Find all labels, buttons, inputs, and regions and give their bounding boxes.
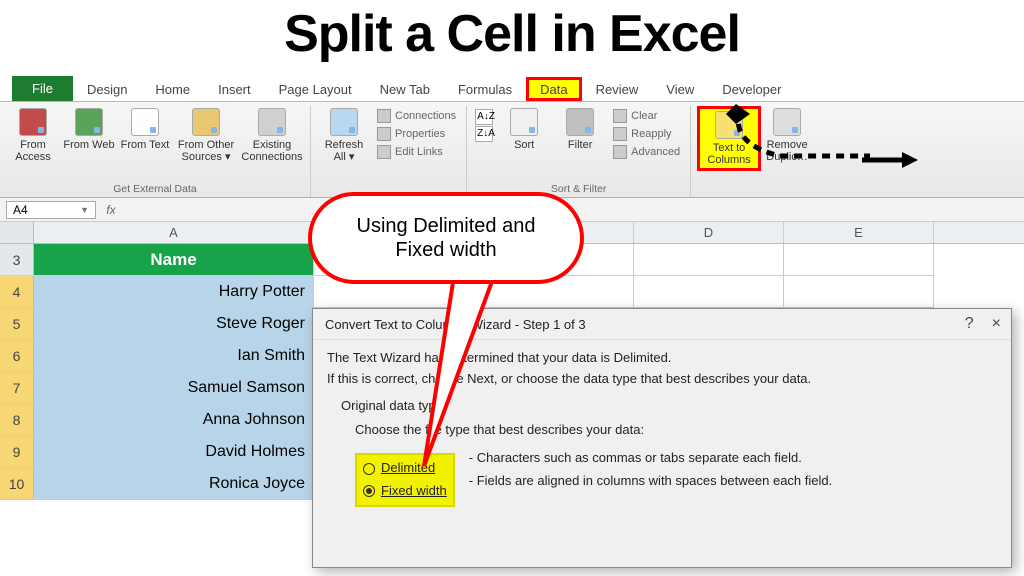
connections-button[interactable]: Connections <box>373 108 460 124</box>
group-connections: Refresh All ▾ Connections Properties Edi… <box>311 106 467 197</box>
tab-view[interactable]: View <box>652 77 708 101</box>
dialog-help-button[interactable]: ? <box>965 315 974 333</box>
tab-design[interactable]: Design <box>73 77 141 101</box>
edit-links-icon <box>377 145 391 159</box>
tab-home[interactable]: Home <box>141 77 204 101</box>
group-label: Get External Data <box>113 182 196 197</box>
link-icon <box>377 109 391 123</box>
text-file-icon <box>131 108 159 136</box>
refresh-icon <box>330 108 358 136</box>
properties-button[interactable]: Properties <box>373 126 460 142</box>
from-text-button[interactable]: From Text <box>118 106 172 153</box>
edit-links-button[interactable]: Edit Links <box>373 144 460 160</box>
tab-page-layout[interactable]: Page Layout <box>265 77 366 101</box>
properties-icon <box>377 127 391 141</box>
tab-review[interactable]: Review <box>582 77 653 101</box>
cell-name[interactable]: Harry Potter <box>34 276 314 308</box>
tab-developer[interactable]: Developer <box>708 77 795 101</box>
ribbon-tabs: File Design Home Insert Page Layout New … <box>0 74 1024 102</box>
cell[interactable] <box>634 276 784 308</box>
funnel-icon <box>566 108 594 136</box>
group-sort-filter: A↓Z Z↓A Sort Filter Clear Reapply Advanc… <box>467 106 691 197</box>
clear-filter-button[interactable]: Clear <box>609 108 684 124</box>
access-icon <box>19 108 47 136</box>
radio-icon-selected <box>363 485 375 497</box>
from-web-button[interactable]: From Web <box>62 106 116 153</box>
existing-connections-button[interactable]: Existing Connections <box>240 106 304 165</box>
cell-name[interactable]: Ian Smith <box>34 340 314 372</box>
chevron-down-icon[interactable]: ▼ <box>80 205 89 215</box>
callout-text: Using Delimited and Fixed width <box>332 214 560 262</box>
name-box-value: A4 <box>13 203 28 217</box>
cell-name[interactable]: Ronica Joyce <box>34 468 314 500</box>
filter-button[interactable]: Filter <box>553 106 607 153</box>
tab-new-tab[interactable]: New Tab <box>366 77 444 101</box>
reapply-filter-button[interactable]: Reapply <box>609 126 684 142</box>
cell-name[interactable]: Steve Roger <box>34 308 314 340</box>
group-label: Sort & Filter <box>551 182 606 197</box>
cell-name[interactable]: Anna Johnson <box>34 404 314 436</box>
row-number[interactable]: 4 <box>0 276 34 308</box>
cell[interactable] <box>634 244 784 276</box>
select-all-corner[interactable] <box>0 222 34 243</box>
from-access-button[interactable]: From Access <box>6 106 60 165</box>
radio-icon <box>363 463 375 475</box>
tab-file[interactable]: File <box>12 76 73 101</box>
sort-button[interactable]: Sort <box>497 106 551 153</box>
sort-desc-icon[interactable]: Z↓A <box>475 126 493 142</box>
arrow-to-text-to-columns <box>862 148 922 177</box>
radio-label: Fixed width <box>381 481 447 502</box>
fx-icon[interactable]: fx <box>102 203 120 217</box>
cell-name[interactable]: David Holmes <box>34 436 314 468</box>
col-header-d[interactable]: D <box>634 222 784 243</box>
dialog-close-button[interactable]: × <box>992 315 1001 333</box>
refresh-all-button[interactable]: Refresh All ▾ <box>317 106 371 165</box>
row-number[interactable]: 10 <box>0 468 34 500</box>
other-sources-icon <box>192 108 220 136</box>
page-title: Split a Cell in Excel <box>0 0 1024 74</box>
clear-icon <box>613 109 627 123</box>
row-number[interactable]: 5 <box>0 308 34 340</box>
cell-name[interactable]: Samuel Samson <box>34 372 314 404</box>
advanced-icon <box>613 145 627 159</box>
tab-insert[interactable]: Insert <box>204 77 265 101</box>
col-header-a[interactable]: A <box>34 222 314 243</box>
web-icon <box>75 108 103 136</box>
row-number[interactable]: 6 <box>0 340 34 372</box>
name-box[interactable]: A4 ▼ <box>6 201 96 219</box>
row-number[interactable]: 7 <box>0 372 34 404</box>
sort-asc-icon[interactable]: A↓Z <box>475 109 493 125</box>
radio-fixed-width[interactable]: Fixed width <box>363 480 447 503</box>
sort-icon <box>510 108 538 136</box>
from-other-sources-button[interactable]: From Other Sources ▾ <box>174 106 238 165</box>
sort-az-buttons[interactable]: A↓Z Z↓A <box>473 106 495 145</box>
connections-icon <box>258 108 286 136</box>
tab-data[interactable]: Data <box>526 77 581 101</box>
callout-bubble: Using Delimited and Fixed width <box>308 192 584 284</box>
cell[interactable] <box>784 244 934 276</box>
advanced-filter-button[interactable]: Advanced <box>609 144 684 160</box>
reapply-icon <box>613 127 627 141</box>
group-get-external-data: From Access From Web From Text From Othe… <box>0 106 311 197</box>
cell[interactable] <box>784 276 934 308</box>
row-number[interactable]: 3 <box>0 244 34 276</box>
col-header-e[interactable]: E <box>784 222 934 243</box>
tab-formulas[interactable]: Formulas <box>444 77 526 101</box>
header-cell-name[interactable]: Name <box>34 244 314 276</box>
row-number[interactable]: 8 <box>0 404 34 436</box>
row-number[interactable]: 9 <box>0 436 34 468</box>
